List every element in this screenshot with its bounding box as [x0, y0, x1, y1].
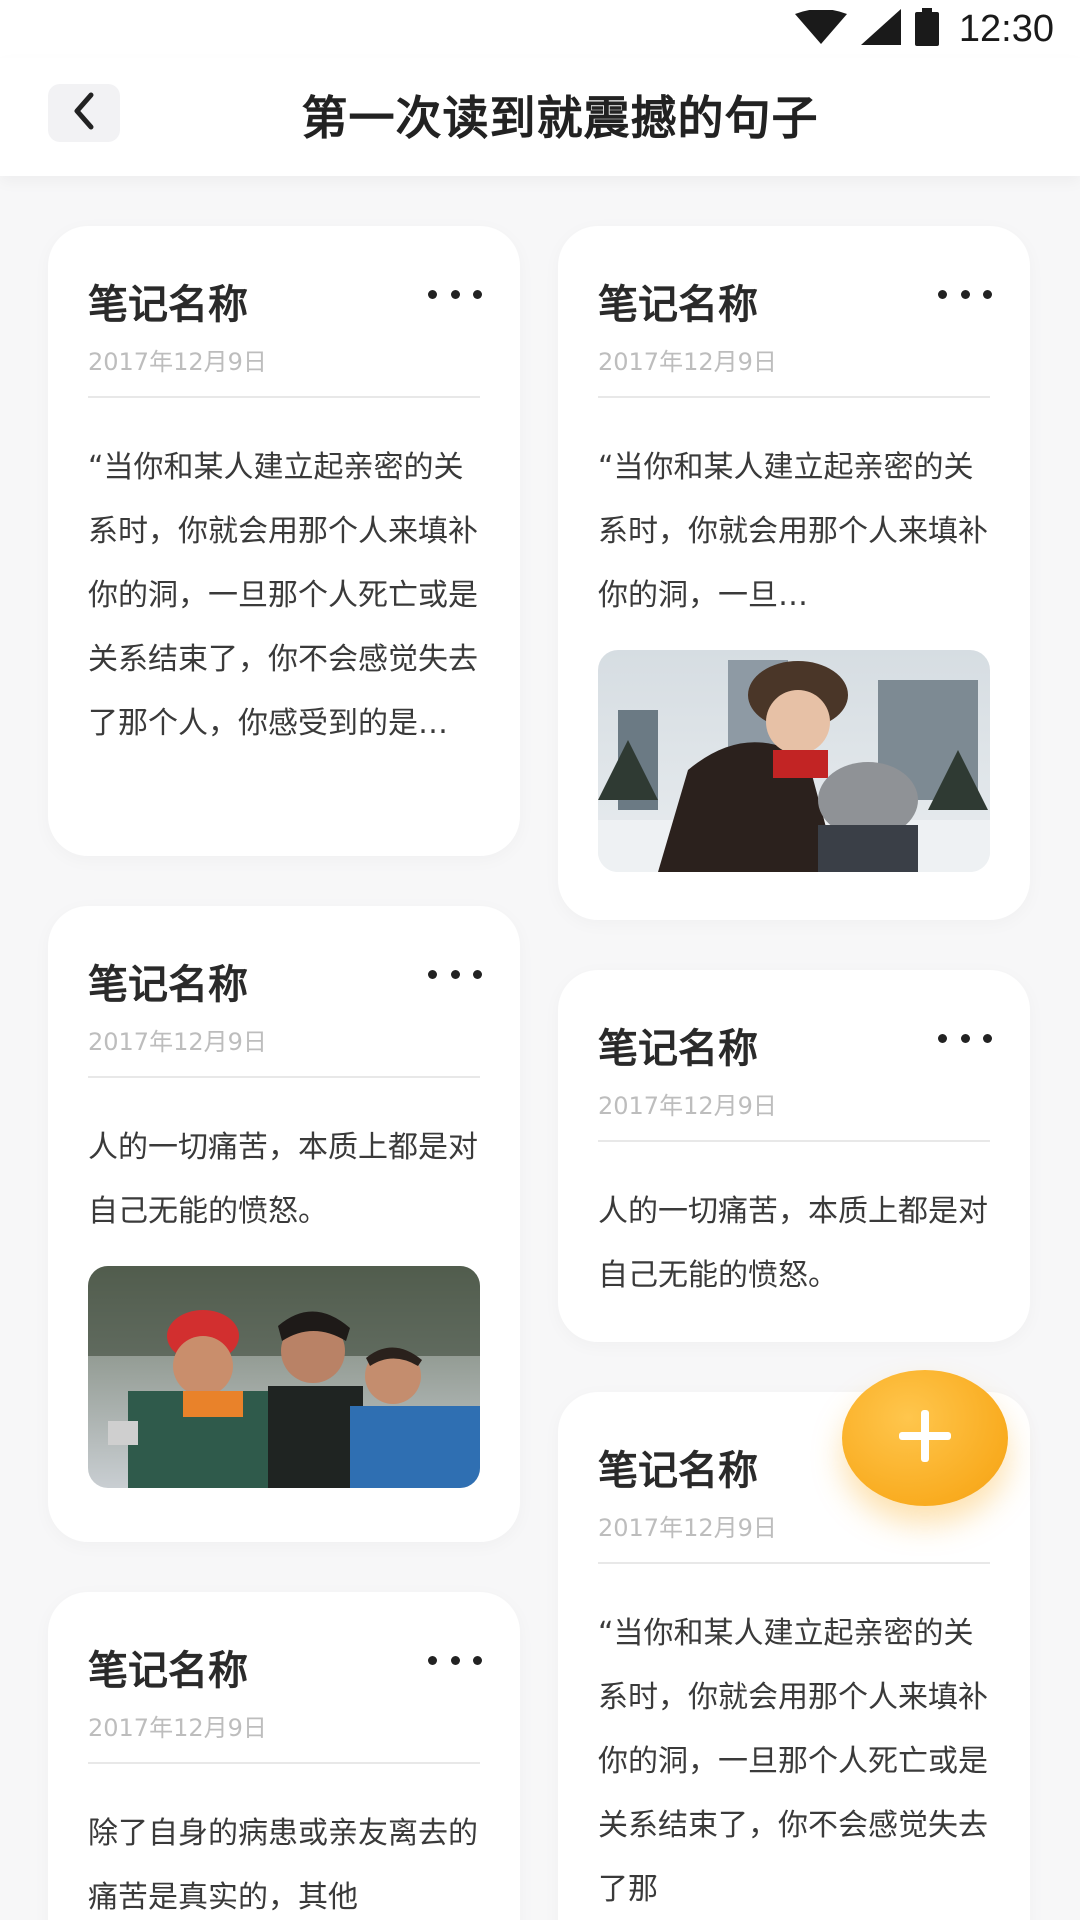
- divider: [88, 1076, 480, 1078]
- note-card[interactable]: 笔记名称 2017年12月9日 除了自身的病患或亲友离去的痛苦是真实的，其他: [48, 1592, 520, 1920]
- note-card[interactable]: 笔记名称 2017年12月9日 “当你和某人建立起亲密的关系时，你就会用那个人来…: [48, 226, 520, 856]
- more-icon[interactable]: [428, 288, 482, 300]
- divider: [598, 396, 990, 398]
- cellular-signal-icon: [860, 9, 901, 49]
- note-title: 笔记名称: [598, 1026, 758, 1072]
- note-title: 笔记名称: [88, 962, 248, 1008]
- note-text: “当你和某人建立起亲密的关系时，你就会用那个人来填补你的洞，一旦那个人死亡或是关…: [598, 1616, 988, 1907]
- note-date: 2017年12月9日: [88, 1714, 267, 1742]
- add-note-button[interactable]: [842, 1370, 1008, 1506]
- note-card[interactable]: 笔记名称 2017年12月9日 “当你和某人建立起亲密的关系时，你就会用那个人来…: [558, 226, 1030, 920]
- divider: [598, 1562, 990, 1564]
- note-text: 人的一切痛苦，本质上都是对自己无能的愤怒。: [88, 1130, 478, 1229]
- note-date: 2017年12月9日: [88, 348, 267, 376]
- plus-icon: [895, 1406, 955, 1470]
- more-icon[interactable]: [938, 1032, 992, 1044]
- photo-woman-snow: [598, 650, 990, 872]
- divider: [598, 1140, 990, 1142]
- note-card[interactable]: 笔记名称 2017年12月9日 人的一切痛苦，本质上都是对自己无能的愤怒。: [48, 906, 520, 1542]
- divider: [88, 396, 480, 398]
- more-icon[interactable]: [428, 1654, 482, 1666]
- note-date: 2017年12月9日: [88, 1028, 267, 1056]
- note-title: 笔记名称: [598, 1448, 758, 1494]
- note-text: “当你和某人建立起亲密的关系时，你就会用那个人来填补你的洞，一旦…: [598, 450, 988, 613]
- note-card[interactable]: 笔记名称 2017年12月9日 人的一切痛苦，本质上都是对自己无能的愤怒。: [558, 970, 1030, 1342]
- status-bar: 12:30: [0, 0, 1080, 58]
- status-time: 12:30: [958, 7, 1054, 50]
- battery-icon: [914, 8, 939, 50]
- note-title: 笔记名称: [598, 282, 758, 328]
- wifi-icon: [794, 9, 847, 48]
- divider: [88, 1762, 480, 1764]
- header: 第一次读到就震撼的句子: [0, 58, 1080, 176]
- note-text: 人的一切痛苦，本质上都是对自己无能的愤怒。: [598, 1194, 988, 1293]
- note-date: 2017年12月9日: [598, 1514, 777, 1542]
- status-icons: 12:30: [794, 6, 1054, 52]
- more-icon[interactable]: [938, 288, 992, 300]
- screen: 12:30 第一次读到就震撼的句子 笔记名称 2017年12月9日 “当你和某人…: [0, 0, 1080, 1920]
- note-title: 笔记名称: [88, 1648, 248, 1694]
- note-text: “当你和某人建立起亲密的关系时，你就会用那个人来填补你的洞，一旦那个人死亡或是关…: [88, 450, 478, 741]
- note-text: 除了自身的病患或亲友离去的痛苦是真实的，其他: [88, 1816, 478, 1915]
- note-title: 笔记名称: [88, 282, 248, 328]
- page-title: 第一次读到就震撼的句子: [301, 91, 819, 145]
- more-icon[interactable]: [428, 968, 482, 980]
- photo-three-boys: [88, 1266, 480, 1488]
- note-date: 2017年12月9日: [598, 1092, 777, 1120]
- note-date: 2017年12月9日: [598, 348, 777, 376]
